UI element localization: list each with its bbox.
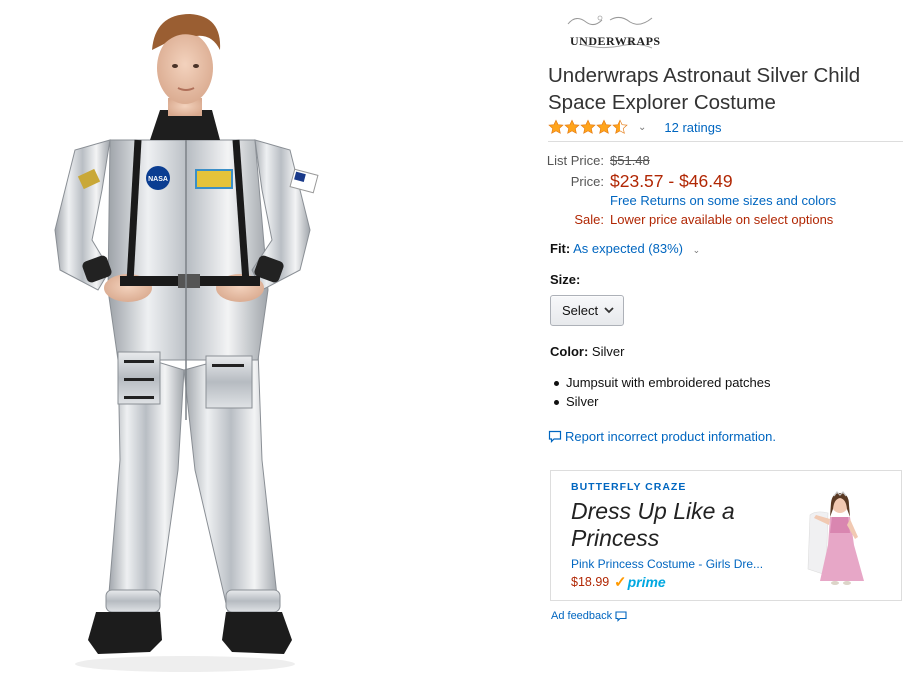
chevron-down-icon	[604, 307, 614, 314]
ad-product-image[interactable]	[806, 485, 874, 589]
sale-text: Lower price available on select options	[610, 212, 834, 227]
ad-product-link[interactable]: Pink Princess Costume - Girls Dre...	[571, 557, 763, 571]
size-dropdown[interactable]: Select	[550, 295, 624, 326]
speech-bubble-icon	[615, 610, 627, 622]
svg-text:NASA: NASA	[148, 176, 168, 183]
ad-headline[interactable]: Dress Up Like a Princess	[571, 498, 786, 552]
price-label: Price:	[570, 174, 604, 189]
report-incorrect-info-link[interactable]: Report incorrect product information.	[548, 429, 776, 444]
fit-row: Fit: As expected (83%) ⌄	[550, 241, 700, 256]
size-selected-value: Select	[562, 303, 599, 318]
price-value: $23.57 - $46.49	[610, 171, 733, 191]
sponsored-ad[interactable]: BUTTERFLY CRAZE Dress Up Like a Princess…	[550, 470, 902, 601]
chevron-down-icon[interactable]: ⌄	[638, 122, 646, 133]
star-rating[interactable]	[548, 119, 628, 135]
prime-label: prime	[627, 574, 666, 590]
list-item: Jumpsuit with embroidered patches	[554, 373, 771, 392]
list-item: Silver	[554, 392, 771, 411]
star-icon	[580, 119, 596, 134]
star-icon	[596, 119, 612, 134]
list-price-value: $51.48	[610, 153, 650, 168]
fit-value-link[interactable]: As expected (83%)	[573, 241, 683, 256]
brand-logo[interactable]: UNDERWRAPS	[560, 12, 660, 52]
product-title: Underwraps Astronaut Silver Child Space …	[548, 64, 861, 114]
color-row: Color: Silver	[550, 344, 624, 359]
ad-price: $18.99	[571, 575, 610, 589]
list-price-label: List Price:	[546, 153, 604, 168]
fit-label: Fit:	[550, 241, 571, 256]
ad-feedback-link[interactable]: Ad feedback	[551, 610, 627, 622]
report-link-text: Report incorrect product information.	[565, 429, 776, 444]
color-value: Silver	[591, 344, 625, 359]
free-returns-link[interactable]: Free Returns on some sizes and colors	[610, 193, 836, 208]
ad-brand[interactable]: BUTTERFLY CRAZE	[571, 481, 686, 493]
star-half-icon	[612, 119, 628, 134]
prime-badge: ✓ prime	[614, 573, 666, 591]
brand-logo-text: UNDERWRAPS	[570, 34, 661, 48]
speech-bubble-icon	[548, 430, 562, 443]
ratings-count-link[interactable]: 12 ratings	[664, 120, 721, 135]
size-label: Size:	[550, 272, 581, 287]
divider	[548, 141, 903, 142]
prime-check-icon: ✓	[614, 574, 627, 591]
star-icon	[564, 119, 580, 134]
ad-feedback-text: Ad feedback	[551, 610, 613, 622]
rating-row: ⌄ 12 ratings	[548, 118, 903, 136]
sale-label: Sale:	[574, 212, 604, 227]
chevron-down-icon[interactable]: ⌄	[693, 245, 701, 255]
star-icon	[548, 119, 564, 134]
feature-bullets: Jumpsuit with embroidered patches Silver	[554, 373, 771, 411]
color-label: Color:	[550, 344, 589, 359]
product-image[interactable]: NASA	[0, 0, 530, 700]
